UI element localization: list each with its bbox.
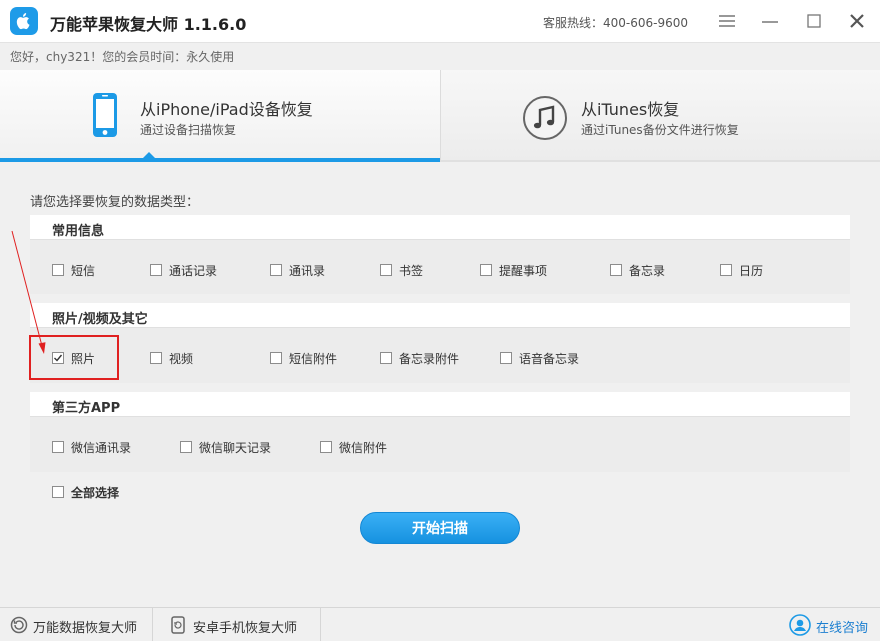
footer-divider [320, 608, 321, 641]
option-label: 书签 [399, 264, 424, 278]
group-title: 第三方APP [52, 401, 121, 416]
support-hotline: 客服热线：400-606-9600 [543, 16, 689, 30]
group-header-third-party: 第三方APP [30, 392, 850, 416]
footer-bar: 万能数据恢复大师 安卓手机恢复大师 在线咨询 [0, 607, 880, 641]
start-scan-button[interactable]: 开始扫描 [360, 512, 520, 544]
checkbox[interactable] [150, 264, 162, 276]
phone-icon [93, 93, 117, 137]
option-label: 备忘录附件 [399, 352, 460, 366]
tab-itunes-title: 从iTunes恢复 [581, 100, 680, 119]
option-label: 微信附件 [339, 441, 388, 455]
minimize-icon [762, 21, 778, 23]
tab-device-subtitle: 通过设备扫描恢复 [140, 123, 237, 137]
option-label: 微信聊天记录 [199, 441, 272, 455]
close-icon [850, 14, 864, 28]
checkbox[interactable] [150, 352, 162, 364]
close-button[interactable] [846, 10, 868, 32]
option-label: 通讯录 [289, 264, 326, 278]
app-title: 万能苹果恢复大师 1.1.6.0 [50, 15, 247, 34]
option-label: 通话记录 [169, 264, 218, 278]
tab-baseline [440, 160, 880, 162]
group-title: 照片/视频及其它 [52, 312, 148, 327]
music-note-icon [523, 96, 567, 140]
option-label: 日历 [739, 264, 764, 278]
footer-link-label: 万能数据恢复大师 [33, 621, 138, 636]
checkbox[interactable] [320, 441, 332, 453]
group-body-third-party: 微信通讯录 微信聊天记录 微信附件 [30, 416, 850, 472]
checkbox[interactable] [610, 264, 622, 276]
checkbox[interactable] [180, 441, 192, 453]
checkbox[interactable] [720, 264, 732, 276]
footer-link-data-recovery[interactable]: 万能数据恢复大师 [0, 608, 150, 641]
option-label: 微信通讯录 [71, 441, 132, 455]
group-body-media: 照片 视频 短信附件 备忘录附件 语音备忘录 [30, 327, 850, 383]
support-agent-icon [789, 614, 811, 636]
minimize-button[interactable] [759, 10, 781, 32]
title-bar: 万能苹果恢复大师 1.1.6.0 客服热线：400-606-9600 [0, 0, 880, 42]
checkbox[interactable] [52, 264, 64, 276]
online-support-link[interactable]: 在线咨询 [785, 608, 880, 641]
android-phone-icon [171, 616, 185, 634]
checkbox[interactable] [270, 352, 282, 364]
apple-logo-icon [10, 7, 38, 35]
welcome-text: 您好，chy321！您的会员时间：永久使用 [10, 50, 235, 64]
checkbox[interactable] [380, 264, 392, 276]
checkbox[interactable] [270, 264, 282, 276]
active-tab-indicator [0, 158, 440, 162]
online-support-label: 在线咨询 [816, 621, 869, 636]
option-label: 短信 [71, 264, 96, 278]
annotation-arrow [11, 230, 46, 354]
data-type-prompt: 请您选择要恢复的数据类型： [30, 195, 200, 210]
footer-divider [152, 608, 153, 641]
checkbox[interactable] [52, 441, 64, 453]
recovery-mode-tabs: 从iPhone/iPad设备恢复 通过设备扫描恢复 从iTunes恢复 通过iT… [0, 70, 880, 162]
maximize-button[interactable] [803, 10, 825, 32]
checkbox[interactable] [52, 486, 64, 498]
select-all-label: 全部选择 [71, 486, 120, 500]
checkbox[interactable] [500, 352, 512, 364]
tab-device-recovery[interactable]: 从iPhone/iPad设备恢复 通过设备扫描恢复 [0, 70, 440, 162]
active-tab-caret [142, 152, 156, 159]
maximize-icon [807, 14, 821, 28]
option-label: 语音备忘录 [519, 352, 580, 366]
group-header-media: 照片/视频及其它 [30, 303, 850, 327]
refresh-disk-icon [10, 616, 28, 634]
hamburger-menu-icon [719, 15, 735, 27]
checkbox[interactable] [480, 264, 492, 276]
footer-link-android-recovery[interactable]: 安卓手机恢复大师 [160, 608, 320, 641]
option-label: 提醒事项 [499, 264, 548, 278]
option-label: 备忘录 [629, 264, 666, 278]
tab-device-title: 从iPhone/iPad设备恢复 [140, 100, 313, 119]
group-body-common: 短信 通话记录 通讯录 书签 提醒事项 备忘录 日历 [30, 239, 850, 294]
menu-button[interactable] [716, 10, 738, 32]
checkbox[interactable] [380, 352, 392, 364]
group-title: 常用信息 [52, 224, 105, 239]
option-label: 短信附件 [289, 352, 338, 366]
group-header-common: 常用信息 [30, 215, 850, 239]
option-label: 视频 [169, 352, 194, 366]
footer-link-label: 安卓手机恢复大师 [193, 621, 298, 636]
tab-itunes-subtitle: 通过iTunes备份文件进行恢复 [581, 123, 739, 137]
tab-itunes-recovery[interactable]: 从iTunes恢复 通过iTunes备份文件进行恢复 [441, 70, 880, 162]
member-info-bar: 您好，chy321！您的会员时间：永久使用 [0, 42, 880, 69]
